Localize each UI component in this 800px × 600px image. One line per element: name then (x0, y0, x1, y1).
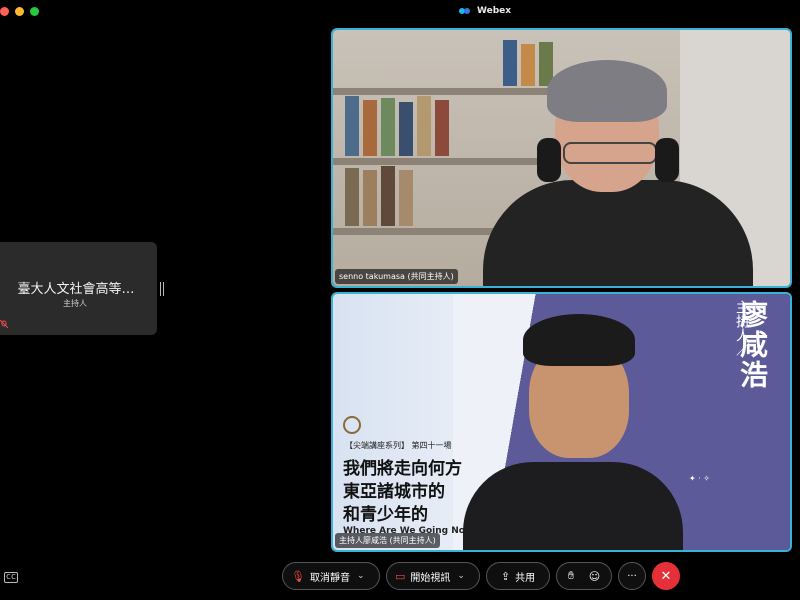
start-video-button[interactable]: ▭ 開始視訊 ⌄ (386, 562, 480, 590)
video-tile-1[interactable]: senno takumasa (共同主持人) (331, 28, 792, 288)
raise-hand-icon[interactable]: ✋︎ (568, 569, 574, 583)
participant-hair (523, 314, 635, 366)
share-label: 共用 (515, 572, 536, 584)
muted-mic-icon (0, 320, 8, 328)
muted-mic-icon: 🎙︎ (291, 569, 305, 583)
headphone-right (655, 138, 679, 182)
book (521, 44, 535, 86)
panel-resize-handle[interactable] (160, 282, 164, 296)
leave-meeting-button[interactable]: ✕ (652, 562, 680, 590)
more-options-icon: ··· (627, 570, 637, 582)
emoji-icon[interactable]: ☺ (589, 570, 600, 583)
poster-title-line-2: 東亞諸城市的 (343, 482, 445, 502)
unmute-button[interactable]: 🎙︎ 取消靜音 ⌄ (282, 562, 380, 590)
headphone-left (537, 138, 561, 182)
book (417, 96, 431, 156)
close-icon: ✕ (660, 568, 672, 584)
poster-title-line-3: 和青少年的 (343, 505, 428, 525)
participant-body (483, 180, 753, 286)
book (381, 98, 395, 156)
poster-series: 【尖端講座系列】 第四十一場 (345, 441, 452, 450)
book (345, 96, 359, 156)
book (363, 100, 377, 156)
closed-captions-icon[interactable]: cc (4, 572, 18, 583)
book (503, 40, 517, 86)
participant-caption: 主持人廖咸浩 (共同主持人) (335, 533, 440, 548)
participant-card[interactable]: 臺大人文社會高等… 主持人 (0, 242, 157, 335)
book (435, 100, 449, 156)
share-button[interactable]: ⇪ 共用 (486, 562, 550, 590)
star-decoration-icon: ✦ · ✧ (688, 474, 710, 483)
minimize-window-button[interactable] (15, 7, 24, 16)
institute-logo-icon (343, 416, 361, 434)
share-icon: ⇪ (500, 569, 511, 583)
window-title: Webex (459, 6, 511, 16)
unmute-label: 取消靜音 (309, 572, 350, 584)
book (381, 166, 395, 226)
meeting-controls: 🎙︎ 取消靜音 ⌄ ▭ 開始視訊 ⌄ ⇪ 共用 ✋︎ ☺ ··· ✕ (282, 562, 680, 590)
maximize-window-button[interactable] (30, 7, 39, 16)
video-off-icon: ▭ (395, 569, 406, 583)
video-tile-2[interactable]: 主持人／ 廖咸浩 【尖端講座系列】 第四十一場 我們將走向何方 東亞諸城市的 和… (331, 292, 792, 552)
start-video-label: 開始視訊 (410, 572, 451, 584)
participant-role: 主持人 (63, 299, 87, 308)
reactions-button[interactable]: ✋︎ ☺ (556, 562, 612, 590)
book (363, 170, 377, 226)
close-window-button[interactable] (0, 7, 9, 16)
chevron-down-icon[interactable]: ⌄ (457, 571, 465, 581)
book (345, 168, 359, 226)
poster-title-line-1: 我們將走向何方 (343, 459, 462, 479)
glasses (563, 142, 657, 164)
participant-hair (547, 60, 667, 122)
chevron-down-icon[interactable]: ⌄ (357, 571, 365, 581)
participant-name: 臺大人文社會高等… (17, 282, 135, 297)
book (399, 170, 413, 226)
webex-logo-icon (459, 7, 471, 16)
participant-caption: senno takumasa (共同主持人) (335, 269, 458, 284)
participant-body (463, 462, 683, 550)
more-options-button[interactable]: ··· (618, 562, 646, 590)
window-controls (0, 7, 39, 16)
poster-host-name: 廖咸浩 (736, 300, 769, 390)
window-title-text: Webex (477, 6, 512, 16)
book (399, 102, 413, 156)
